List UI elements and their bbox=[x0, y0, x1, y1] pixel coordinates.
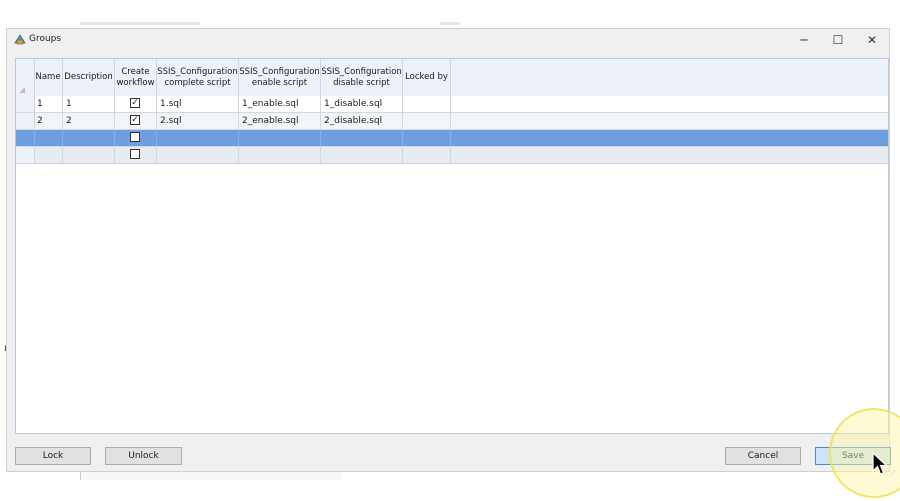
unlock-button[interactable]: Unlock bbox=[105, 447, 182, 465]
table-row-new[interactable] bbox=[16, 147, 888, 164]
cell-complete-script[interactable]: 1.sql bbox=[157, 96, 239, 112]
mouse-cursor-icon bbox=[872, 452, 888, 475]
maximize-button[interactable]: ☐ bbox=[821, 29, 855, 51]
cell-description[interactable]: 2 bbox=[63, 113, 115, 129]
background-window-edge bbox=[80, 22, 200, 25]
cell-description[interactable] bbox=[63, 147, 115, 163]
cell-locked-by[interactable] bbox=[403, 113, 451, 129]
groups-dialog: Groups ─ ☐ ✕ Name Description Create wor… bbox=[6, 28, 891, 472]
cell-locked-by[interactable] bbox=[403, 130, 451, 146]
row-header[interactable] bbox=[16, 96, 35, 112]
background-window-edge bbox=[440, 22, 460, 25]
table-row[interactable]: 1 1 ✓ 1.sql 1_enable.sql 1_disable.sql bbox=[16, 96, 888, 113]
minimize-button[interactable]: ─ bbox=[787, 29, 821, 51]
cell-name[interactable] bbox=[34, 130, 63, 146]
column-header-create-workflow[interactable]: Create workflow bbox=[115, 59, 157, 96]
cell-enable-script[interactable]: 2_enable.sql bbox=[239, 113, 321, 129]
cell-create-workflow[interactable]: ✓ bbox=[115, 113, 157, 129]
cell-disable-script[interactable] bbox=[321, 130, 403, 146]
cell-disable-script[interactable]: 2_disable.sql bbox=[321, 113, 403, 129]
title-bar[interactable]: Groups ─ ☐ ✕ bbox=[7, 29, 889, 51]
create-workflow-checkbox[interactable] bbox=[130, 149, 140, 159]
cell-complete-script[interactable] bbox=[157, 147, 239, 163]
cell-name[interactable]: 2 bbox=[34, 113, 63, 129]
cell-disable-script[interactable]: 1_disable.sql bbox=[321, 96, 403, 112]
cell-complete-script[interactable]: 2.sql bbox=[157, 113, 239, 129]
create-workflow-checkbox[interactable] bbox=[130, 132, 140, 142]
cancel-button[interactable]: Cancel bbox=[725, 447, 801, 465]
cell-locked-by[interactable] bbox=[403, 96, 451, 112]
cell-enable-script[interactable]: 1_enable.sql bbox=[239, 96, 321, 112]
select-all-corner[interactable] bbox=[16, 59, 35, 96]
window-title: Groups bbox=[29, 34, 62, 44]
row-header[interactable] bbox=[16, 147, 35, 163]
cell-create-workflow[interactable]: ✓ bbox=[115, 96, 157, 112]
cell-complete-script[interactable] bbox=[157, 130, 239, 146]
column-header-disable-script[interactable]: SSIS_Configuration disable script bbox=[321, 59, 403, 96]
column-header-enable-script[interactable]: SSIS_Configuration enable script bbox=[239, 59, 321, 96]
column-header-name[interactable]: Name bbox=[34, 59, 63, 96]
cell-description[interactable]: 1 bbox=[63, 96, 115, 112]
cell-description[interactable] bbox=[63, 130, 115, 146]
check-icon: ✓ bbox=[131, 115, 139, 125]
column-header-description[interactable]: Description bbox=[63, 59, 115, 96]
row-header[interactable] bbox=[16, 113, 35, 129]
table-row[interactable]: 2 2 ✓ 2.sql 2_enable.sql 2_disable.sql bbox=[16, 113, 888, 130]
app-icon bbox=[14, 34, 26, 45]
corner-triangle-icon bbox=[19, 87, 25, 93]
create-workflow-checkbox[interactable]: ✓ bbox=[130, 115, 140, 125]
background-window-fragment bbox=[80, 472, 341, 480]
cell-create-workflow[interactable] bbox=[115, 147, 157, 163]
cell-create-workflow[interactable] bbox=[115, 130, 157, 146]
resize-grip-icon[interactable]: ⋰ bbox=[889, 470, 895, 477]
column-header-locked-by[interactable]: Locked by bbox=[403, 59, 451, 96]
groups-grid[interactable]: Name Description Create workflow SSIS_Co… bbox=[15, 58, 889, 434]
close-button[interactable]: ✕ bbox=[855, 29, 889, 51]
cell-enable-script[interactable] bbox=[239, 147, 321, 163]
check-icon: ✓ bbox=[131, 98, 139, 108]
lock-button[interactable]: Lock bbox=[15, 447, 91, 465]
cell-locked-by[interactable] bbox=[403, 147, 451, 163]
row-header[interactable] bbox=[16, 130, 35, 146]
create-workflow-checkbox[interactable]: ✓ bbox=[130, 98, 140, 108]
column-header-complete-script[interactable]: SSIS_Configuration complete script bbox=[157, 59, 239, 96]
cell-name[interactable] bbox=[34, 147, 63, 163]
cell-disable-script[interactable] bbox=[321, 147, 403, 163]
cell-name[interactable]: 1 bbox=[34, 96, 63, 112]
table-row-selected[interactable] bbox=[16, 130, 888, 147]
grid-header: Name Description Create workflow SSIS_Co… bbox=[16, 59, 888, 97]
cell-enable-script[interactable] bbox=[239, 130, 321, 146]
